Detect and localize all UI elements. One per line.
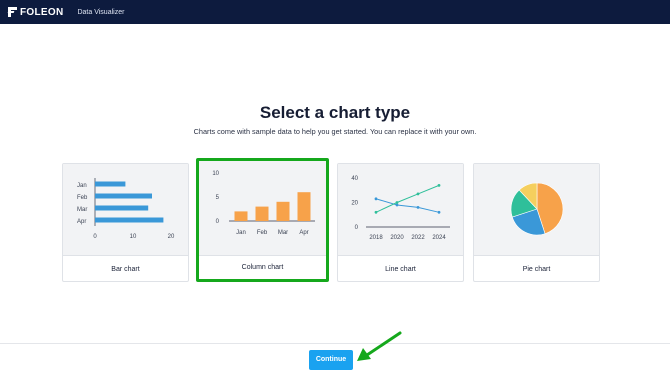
line-chart-x-label: 2022 [411, 235, 425, 241]
bar-chart-category-label: Feb [77, 195, 88, 201]
line-chart-x-label: 2024 [432, 235, 446, 241]
line-chart-tick-label: 40 [351, 176, 358, 182]
chart-type-card-pie[interactable]: Pie chart [473, 163, 600, 282]
line-chart-point [395, 201, 399, 204]
bar-chart-category-label: Apr [77, 219, 86, 225]
bar-chart-bar [95, 181, 126, 187]
line-chart-point [374, 210, 378, 214]
bar-chart-category-label: Mar [77, 207, 87, 213]
bar-chart-preview: Jan Feb Mar Apr 0 10 20 [77, 178, 175, 240]
line-chart-series-line [375, 184, 440, 213]
line-chart-point [437, 183, 441, 187]
green-arrow-icon [357, 331, 402, 361]
line-chart-point [437, 210, 441, 214]
bar-chart-bar [95, 217, 164, 223]
bar-chart-thumbnail: Jan Feb Mar Apr 0 10 20 [63, 164, 188, 255]
column-chart-tick-label: 10 [212, 171, 219, 177]
column-chart-tick-label: 0 [216, 219, 220, 225]
bar-chart-tick-label: 20 [168, 234, 175, 240]
column-chart-bar [276, 201, 290, 221]
top-navigation-bar: FOLEON Data Visualizer [0, 0, 670, 24]
column-chart-tick-label: 5 [216, 195, 220, 201]
column-chart-thumbnail: 0 5 10 Jan Feb Mar Apr [199, 161, 326, 255]
line-chart-tick-label: 0 [355, 225, 359, 231]
pie-chart-preview [510, 182, 564, 236]
column-chart-bar [234, 211, 248, 221]
page-subtitle: Charts come with sample data to help you… [193, 127, 477, 136]
foleon-logo-icon [7, 7, 17, 17]
line-chart-point [395, 203, 399, 207]
column-chart-bar [297, 192, 311, 221]
brand-name: FOLEON [20, 6, 64, 18]
line-chart-point [416, 192, 420, 196]
chart-type-label: Pie chart [474, 255, 599, 281]
chart-type-label: Bar chart [63, 255, 188, 281]
bar-chart-category-label: Jan [77, 183, 87, 189]
column-chart-category-label: Jan [236, 230, 246, 236]
column-chart-category-label: Feb [257, 230, 268, 236]
footer-divider [0, 343, 670, 344]
chart-type-label: Line chart [338, 255, 463, 281]
page-title: Select a chart type [259, 103, 411, 122]
column-chart-category-label: Mar [278, 230, 288, 236]
line-chart-tick-label: 20 [351, 201, 358, 207]
line-chart-preview: 0 20 40 2018 2020 2022 2024 [351, 176, 450, 241]
column-chart-bar [255, 206, 269, 221]
line-chart-series-line [375, 198, 440, 213]
chart-type-card-line[interactable]: 0 20 40 2018 2020 2022 2024 Line chart [337, 163, 464, 282]
line-chart-x-label: 2018 [369, 235, 383, 241]
line-chart-point [416, 206, 420, 209]
bar-chart-bar [95, 205, 149, 211]
bar-chart-bar [95, 193, 152, 199]
pie-chart-thumbnail [474, 164, 599, 255]
chart-type-card-column[interactable]: 0 5 10 Jan Feb Mar Apr Column chart [196, 158, 329, 282]
column-chart-category-label: Apr [299, 230, 308, 236]
bar-chart-tick-label: 0 [93, 234, 97, 240]
chart-type-label: Column chart [199, 255, 326, 279]
chart-type-card-bar[interactable]: Jan Feb Mar Apr 0 10 20 Bar chart [62, 163, 189, 282]
line-chart-point [374, 197, 378, 201]
line-chart-x-label: 2020 [390, 235, 404, 241]
column-chart-preview: 0 5 10 Jan Feb Mar Apr [212, 171, 315, 236]
bar-chart-tick-label: 10 [130, 234, 137, 240]
line-chart-thumbnail: 0 20 40 2018 2020 2022 2024 [338, 164, 463, 255]
foleon-logo: FOLEON [7, 6, 64, 18]
app-title: Data Visualizer [77, 8, 125, 16]
continue-button[interactable]: Continue [309, 350, 353, 370]
